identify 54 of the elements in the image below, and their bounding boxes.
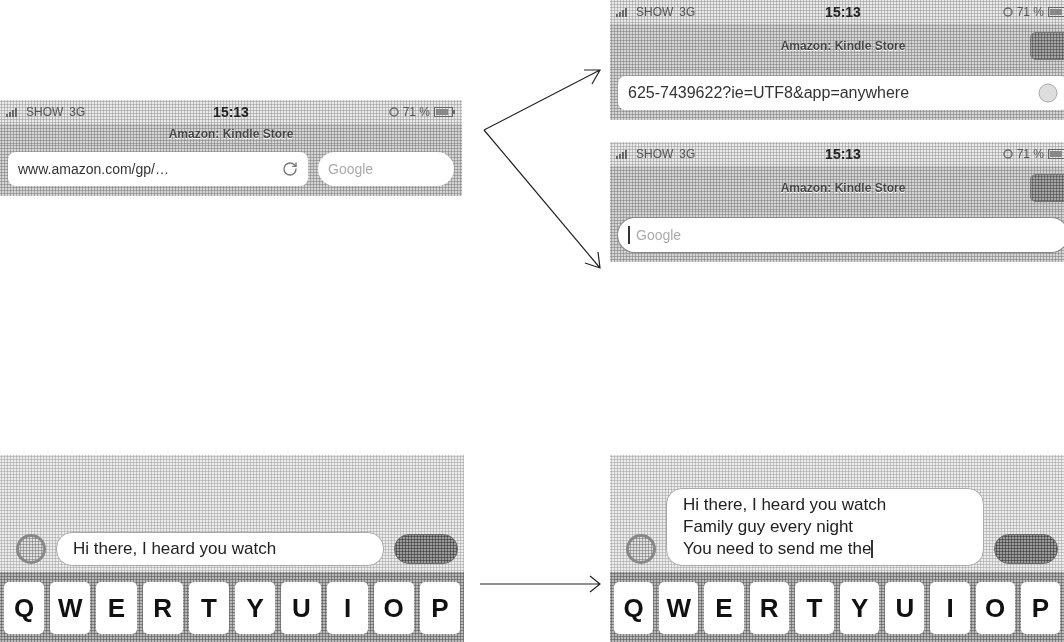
keyboard-key[interactable]: Y [840, 582, 880, 634]
carrier-name: SHOW [26, 105, 64, 119]
carrier-name: SHOW [636, 147, 674, 161]
message-field[interactable]: Hi there, I heard you watch Family guy every night You need to send me the [666, 488, 984, 566]
keyboard-key[interactable]: U [281, 582, 322, 634]
stop-icon[interactable] [1038, 83, 1058, 103]
keyboard-key[interactable]: T [188, 582, 229, 634]
keyboard-key[interactable]: O [975, 582, 1015, 634]
keyboard-key[interactable]: O [373, 582, 414, 634]
signal-icon [616, 149, 630, 159]
battery-percent: 71 % [1016, 147, 1044, 161]
keyboard-key[interactable]: U [885, 582, 925, 634]
keyboard-key[interactable]: P [419, 582, 461, 634]
address-field[interactable]: www.amazon.com/gp/… [8, 152, 308, 186]
keyboard-key[interactable]: Y [235, 582, 276, 634]
signal-icon [616, 7, 630, 17]
keyboard-key[interactable]: R [142, 582, 183, 634]
reload-icon[interactable] [282, 161, 298, 177]
page-title: Amazon: Kindle Store [168, 127, 294, 141]
carrier-name: SHOW [636, 5, 674, 19]
keyboard-key[interactable]: W [659, 582, 699, 634]
network-type: 3G [69, 105, 86, 119]
battery-icon [1048, 149, 1064, 159]
keyboard-key[interactable]: E [96, 582, 137, 634]
circle-icon [1002, 149, 1013, 159]
status-time: 15:13 [213, 104, 249, 120]
battery-percent: 71 % [402, 105, 430, 119]
keyboard-key[interactable]: T [794, 582, 834, 634]
battery-percent: 71 % [1016, 5, 1044, 19]
status-time: 15:13 [825, 146, 861, 162]
page-title: Amazon: Kindle Store [780, 39, 906, 53]
send-button[interactable] [394, 534, 458, 564]
keyboard-key[interactable]: I [327, 582, 368, 634]
signal-icon [6, 107, 20, 117]
network-type: 3G [679, 5, 696, 19]
keyboard-key[interactable]: W [50, 582, 91, 634]
keyboard-key[interactable]: Q [614, 582, 654, 634]
keyboard-key[interactable]: Q [4, 582, 45, 634]
send-button[interactable] [994, 534, 1058, 564]
circle-icon [388, 107, 399, 117]
message-field[interactable]: Hi there, I heard you watch [56, 532, 384, 566]
network-type: 3G [679, 147, 696, 161]
battery-icon [434, 107, 456, 117]
address-field[interactable]: 625-7439622?ie=UTF8&app=anywhere [618, 76, 1064, 110]
keyboard-key[interactable]: R [749, 582, 789, 634]
keyboard-key[interactable]: E [704, 582, 744, 634]
status-time: 15:13 [825, 4, 861, 20]
camera-button[interactable] [626, 534, 656, 564]
circle-icon [1002, 7, 1013, 17]
battery-icon [1048, 7, 1064, 17]
camera-button[interactable] [16, 534, 46, 564]
page-title: Amazon: Kindle Store [780, 181, 906, 195]
keyboard-key[interactable]: I [930, 582, 970, 634]
keyboard-key[interactable]: P [1020, 582, 1061, 634]
